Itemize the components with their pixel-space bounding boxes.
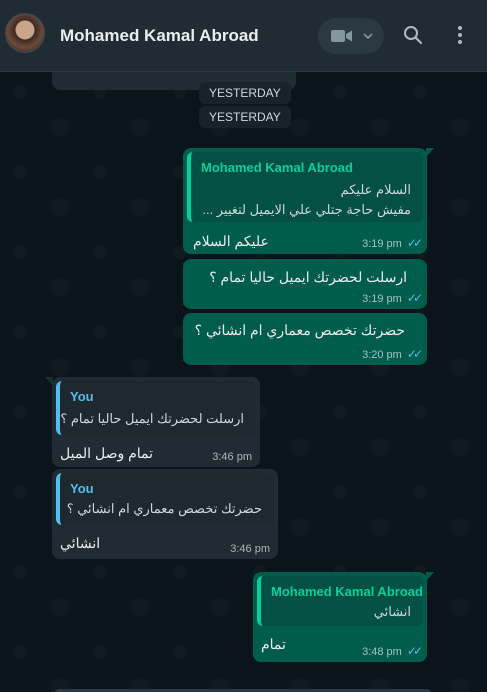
- date-divider: YESTERDAY: [199, 106, 291, 128]
- message-meta: 3:46 pm: [230, 543, 270, 555]
- read-receipt-icon: ✓✓: [406, 644, 423, 658]
- message-bubble-outgoing[interactable]: حضرتك تخصص معماري ام انشائي ؟ 3:20 pm ✓✓: [183, 313, 427, 365]
- message-text: انشائي: [60, 535, 101, 551]
- message-list[interactable]: YESTERDAY YESTERDAY Mohamed Kamal Abroad…: [0, 72, 487, 692]
- quoted-author: You: [70, 389, 94, 404]
- quoted-message[interactable]: You حضرتك تخصص معماري ام انشائي ؟: [56, 473, 274, 525]
- quoted-author: Mohamed Kamal Abroad: [201, 160, 353, 175]
- message-bubble-outgoing[interactable]: Mohamed Kamal Abroad انشائي تمام 3:48 pm…: [253, 572, 434, 662]
- quoted-author: You: [70, 481, 94, 496]
- message-time: 3:48 pm: [362, 646, 402, 658]
- message-time: 3:46 pm: [212, 451, 252, 463]
- video-call-icon: [331, 30, 352, 42]
- message-meta: 3:46 pm: [212, 451, 252, 463]
- message-bubble-outgoing[interactable]: ارسلت لحضرتك ايميل حاليا تمام ؟ 3:19 pm …: [183, 259, 427, 309]
- quoted-text: السلام عليكم: [340, 182, 411, 197]
- message-meta: 3:19 pm ✓✓: [362, 291, 423, 305]
- message-meta: 3:19 pm ✓✓: [362, 236, 423, 250]
- message-time: 3:20 pm: [362, 349, 402, 361]
- quoted-text: ارسلت لحضرتك ايميل حاليا تمام ؟: [60, 411, 244, 426]
- message-text: ارسلت لحضرتك ايميل حاليا تمام ؟: [209, 269, 407, 285]
- message-text: حضرتك تخصص معماري ام انشائي ؟: [194, 322, 405, 338]
- contact-name[interactable]: Mohamed Kamal Abroad: [60, 26, 259, 46]
- bubble-tail: [45, 377, 53, 386]
- message-bubble-outgoing[interactable]: Mohamed Kamal Abroad السلام عليكم مفيش ح…: [183, 148, 434, 254]
- quoted-message[interactable]: Mohamed Kamal Abroad انشائي: [257, 576, 423, 626]
- quoted-message[interactable]: Mohamed Kamal Abroad السلام عليكم مفيش ح…: [187, 152, 423, 222]
- read-receipt-icon: ✓✓: [406, 236, 423, 250]
- quoted-message[interactable]: You ارسلت لحضرتك ايميل حاليا تمام ؟: [56, 381, 256, 435]
- message-time: 3:19 pm: [362, 293, 402, 305]
- message-meta: 3:20 pm ✓✓: [362, 347, 423, 361]
- date-divider: YESTERDAY: [199, 82, 291, 104]
- avatar[interactable]: [5, 13, 45, 53]
- search-icon[interactable]: [403, 25, 423, 45]
- quoted-text: انشائي: [373, 604, 411, 619]
- message-bubble-incoming[interactable]: You ارسلت لحضرتك ايميل حاليا تمام ؟ تمام…: [45, 377, 260, 467]
- chat-header: Mohamed Kamal Abroad: [0, 0, 487, 72]
- menu-icon[interactable]: [457, 25, 463, 45]
- bubble-tail: [426, 572, 434, 581]
- video-call-button[interactable]: [318, 18, 384, 54]
- read-receipt-icon: ✓✓: [406, 347, 423, 361]
- message-time: 3:46 pm: [230, 543, 270, 555]
- message-meta: 3:48 pm ✓✓: [362, 644, 423, 658]
- quoted-text: حضرتك تخصص معماري ام انشائي ؟: [66, 501, 262, 516]
- chevron-down-icon: [363, 33, 373, 40]
- quoted-author: Mohamed Kamal Abroad: [271, 584, 423, 599]
- message-text: تمام: [261, 636, 286, 652]
- message-bubble-incoming[interactable]: You حضرتك تخصص معماري ام انشائي ؟ انشائي…: [52, 469, 278, 559]
- message-text: تمام وصل الميل: [60, 445, 154, 461]
- message-time: 3:19 pm: [362, 238, 402, 250]
- message-text: عليكم السلام: [193, 233, 269, 249]
- bubble-tail: [426, 148, 434, 157]
- quoted-text: مفيش حاجة جتلي علي الايميل لتغيير ...: [202, 202, 411, 217]
- read-receipt-icon: ✓✓: [406, 291, 423, 305]
